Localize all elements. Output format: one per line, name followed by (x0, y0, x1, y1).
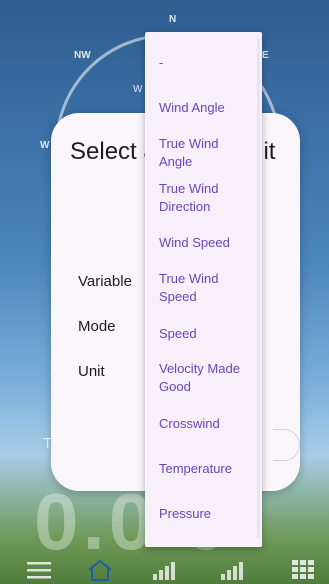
signal-icon[interactable] (150, 558, 178, 582)
dropdown-item[interactable]: Wind Speed (159, 234, 254, 252)
dropdown-item[interactable]: - (159, 54, 254, 72)
dropdown-scrollbar[interactable] (257, 38, 260, 538)
dropdown-item[interactable]: Crosswind (159, 415, 254, 433)
compass-northwest-label: NW (74, 50, 91, 61)
dropdown-item[interactable]: True Wind Angle (159, 135, 254, 171)
menu-icon[interactable] (26, 558, 52, 582)
grid-icon[interactable] (290, 558, 316, 582)
dropdown-item[interactable]: Velocity Made Good (159, 360, 254, 396)
dropdown-item[interactable]: Temperature (159, 460, 254, 478)
dropdown-item[interactable]: True Wind Direction (159, 180, 254, 216)
dropdown-item[interactable]: Speed (159, 325, 254, 343)
variable-field-label[interactable]: Variable (78, 273, 132, 290)
dropdown-item[interactable]: Pressure (159, 505, 254, 523)
background-fragment-text: T (43, 435, 53, 452)
compass-north-label: N (169, 14, 177, 25)
signal-icon[interactable] (218, 558, 246, 582)
compass-west-label: W (40, 140, 50, 151)
dropdown-item[interactable]: True Wind Speed (159, 270, 254, 306)
toggle-switch[interactable] (273, 429, 300, 461)
dropdown-item[interactable]: Wind Angle (159, 99, 254, 117)
home-icon[interactable] (86, 558, 114, 582)
mode-field-label[interactable]: Mode (78, 318, 116, 335)
compass-inner-label: W (133, 84, 143, 95)
compass-east-label: E (262, 50, 269, 61)
unit-field-label[interactable]: Unit (78, 363, 105, 380)
app-screen: N NW E W W 0.0 0 Select Variable Mode Un… (0, 0, 329, 584)
bottom-navigation (0, 554, 329, 584)
variable-dropdown-menu[interactable]: - Wind Angle True Wind Angle True Wind D… (145, 32, 262, 547)
